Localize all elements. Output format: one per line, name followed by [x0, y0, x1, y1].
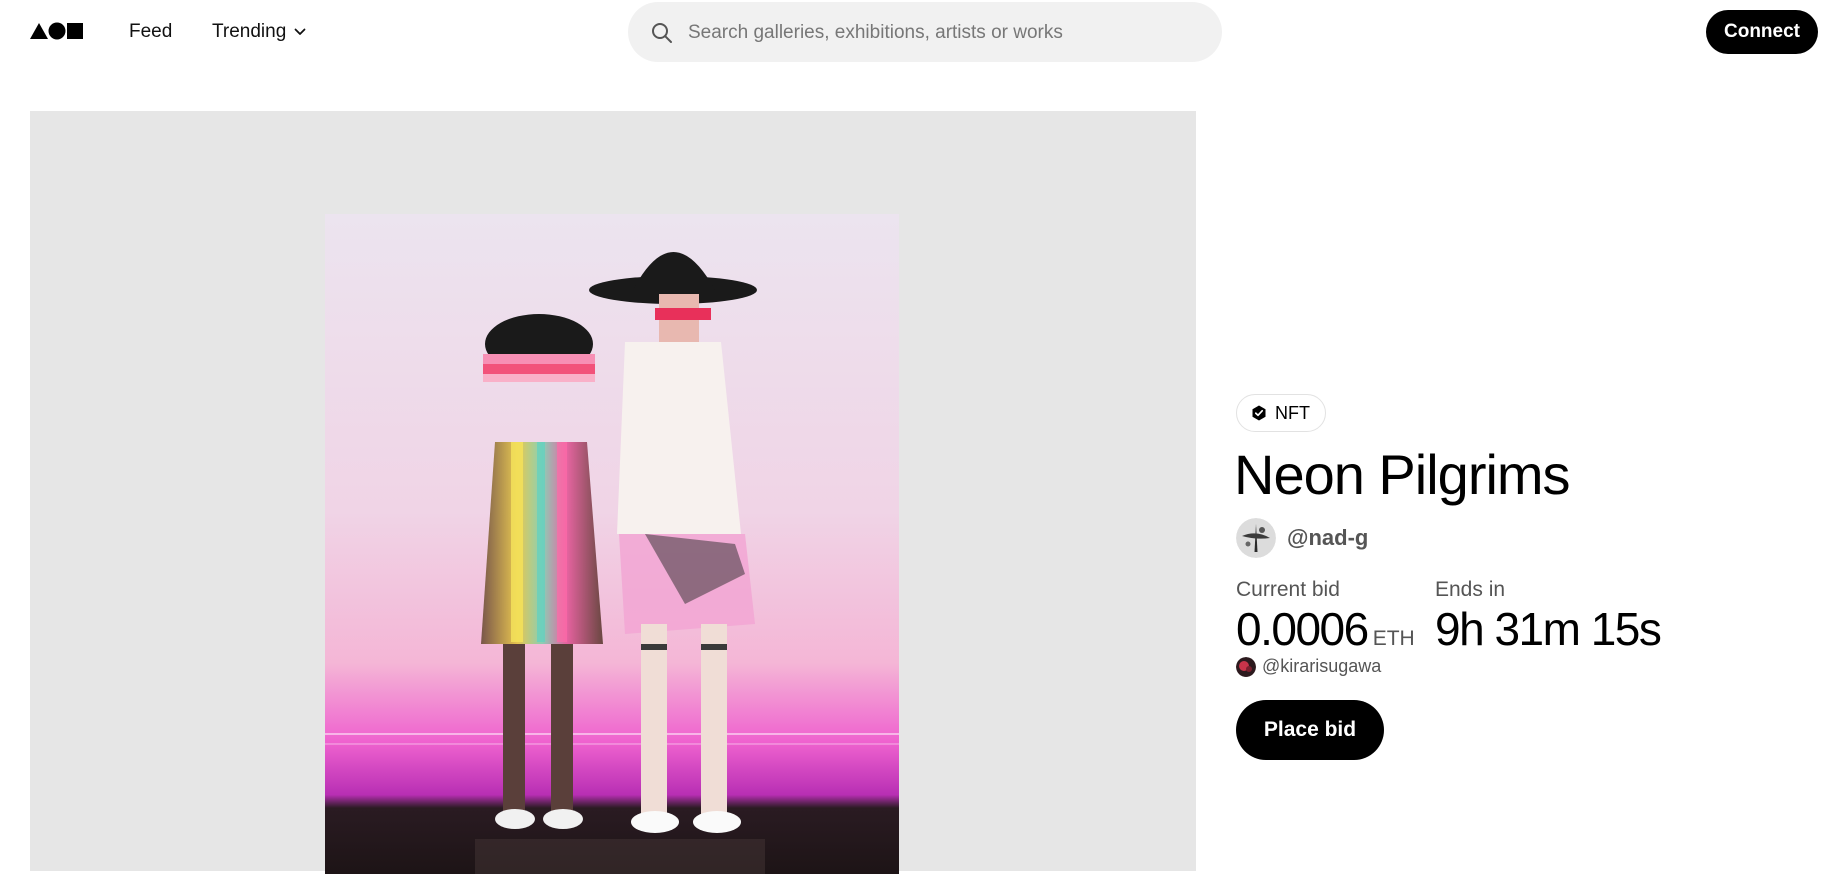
artwork-image[interactable]: [325, 214, 899, 874]
bidder-handle: @kirarisugawa: [1262, 656, 1382, 676]
current-bid-amount: 0.0006 ETH: [1236, 602, 1415, 656]
artwork-title: Neon Pilgrims: [1234, 443, 1571, 506]
foundation-logo-icon[interactable]: [30, 22, 84, 40]
artist-avatar: [1236, 518, 1276, 558]
bidder-avatar: [1236, 656, 1256, 677]
artwork-preview-panel: [30, 111, 1196, 874]
artist-handle: @nad-g: [1287, 525, 1369, 550]
nav-trending-label: Trending: [212, 21, 287, 42]
current-bid-label: Current bid: [1236, 578, 1340, 601]
place-bid-button[interactable]: Place bid: [1236, 700, 1384, 760]
search-bar: [628, 2, 1222, 64]
nft-badge-label: NFT: [1275, 402, 1310, 423]
nav-feed-link[interactable]: Feed: [129, 21, 172, 43]
top-bidder-link[interactable]: @kirarisugawa: [1236, 656, 1381, 677]
chevron-down-icon: [294, 28, 306, 35]
currency-label: ETH: [1372, 627, 1415, 650]
verified-badge-icon: [1252, 405, 1266, 421]
top-navigation-bar: Feed Trending Connect: [0, 0, 1848, 64]
connect-wallet-button[interactable]: Connect: [1706, 10, 1818, 54]
search-icon: [652, 23, 672, 43]
current-bid-value: 0.0006: [1236, 603, 1369, 655]
auction-countdown: 9h 31m 15s: [1435, 603, 1662, 655]
nft-badge: NFT: [1236, 394, 1326, 432]
nav-trending-dropdown[interactable]: Trending: [212, 21, 306, 43]
ends-in-label: Ends in: [1435, 578, 1506, 601]
search-input[interactable]: [686, 2, 1200, 64]
artist-profile-link[interactable]: @nad-g: [1236, 518, 1368, 558]
